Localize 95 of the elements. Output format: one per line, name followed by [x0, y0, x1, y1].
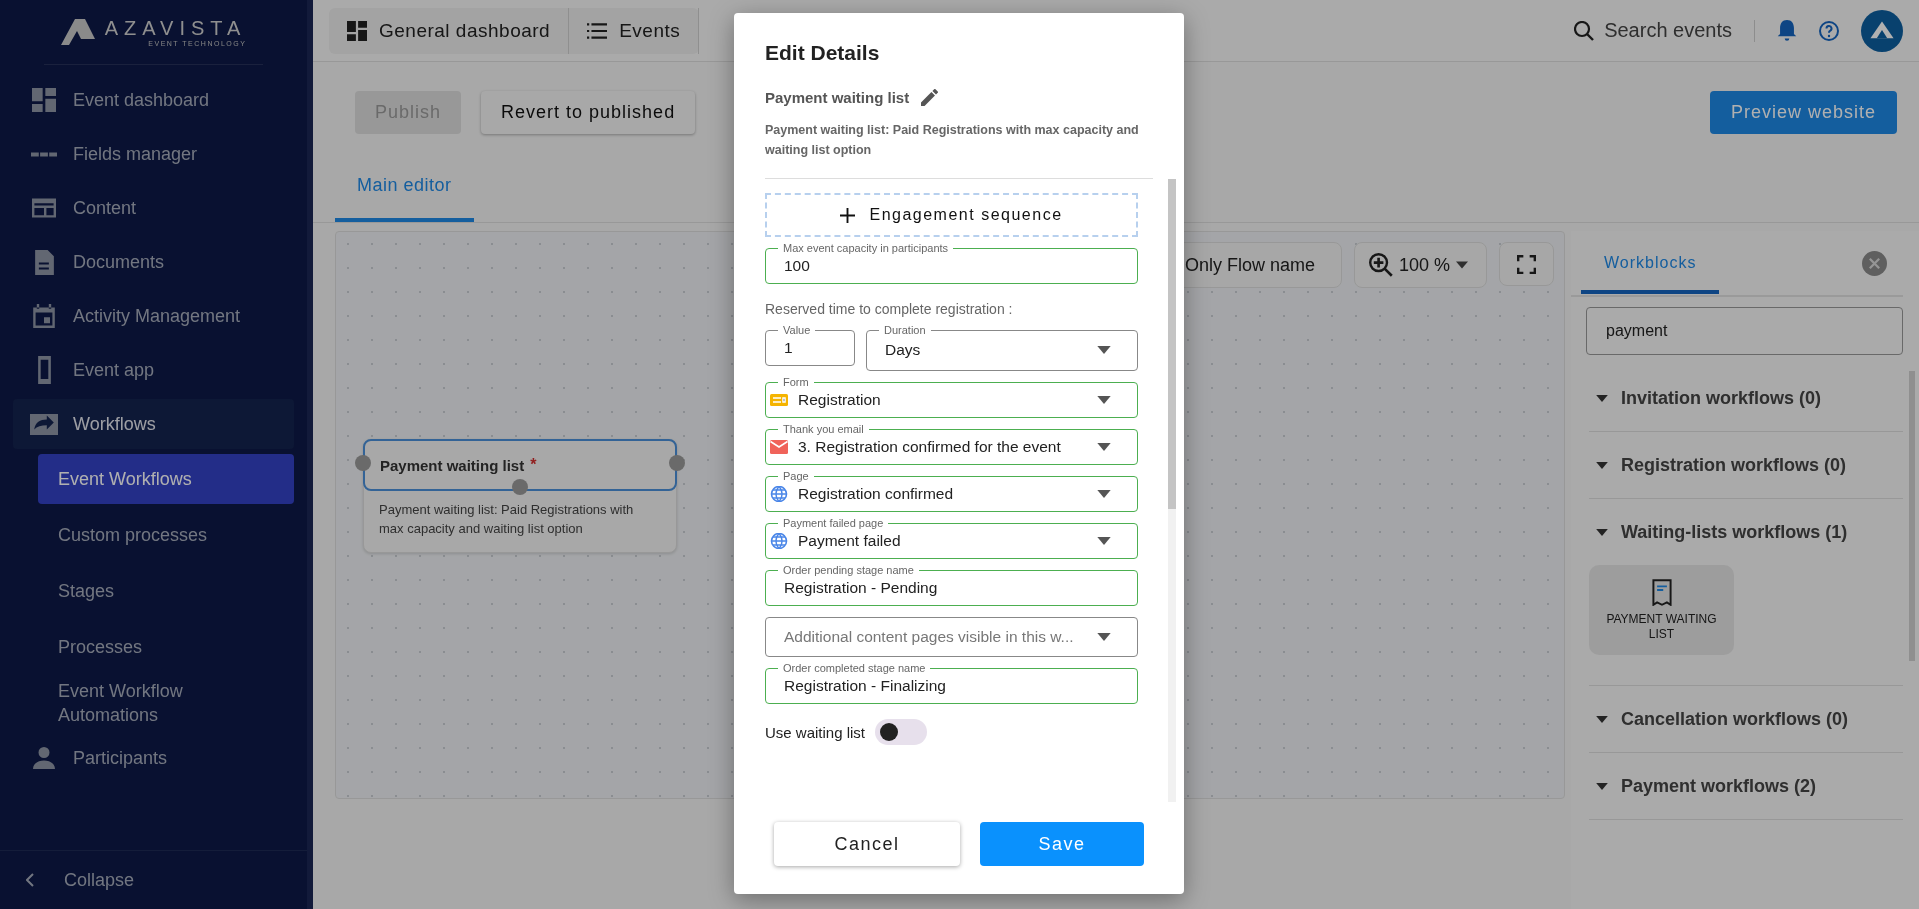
- zoom-in-icon: [1368, 253, 1393, 277]
- group-header[interactable]: Payment workflows (2): [1589, 753, 1903, 819]
- save-button[interactable]: Save: [980, 822, 1144, 866]
- select-field[interactable]: Duration Days: [866, 324, 1138, 371]
- dashboard-icon: [347, 20, 367, 41]
- logo-icon: [60, 19, 95, 45]
- revert-button[interactable]: Revert to published: [481, 90, 696, 134]
- avatar-icon[interactable]: [1861, 9, 1903, 52]
- group-header[interactable]: Invitation workflows (0): [1589, 365, 1903, 431]
- caret-icon: [1097, 633, 1111, 641]
- help-icon[interactable]: [1819, 19, 1839, 42]
- caret-icon: [1097, 346, 1111, 354]
- laptop-share-icon: [30, 413, 58, 435]
- waiting-list-switch[interactable]: [875, 719, 928, 745]
- text-field[interactable]: Order completed stage name Registration - Finalizing: [765, 662, 1138, 704]
- form-icon: [770, 392, 788, 408]
- cancel-button[interactable]: Cancel: [774, 822, 960, 866]
- group-header[interactable]: Waiting-lists workflows (1): [1589, 499, 1903, 565]
- workblock-card[interactable]: PAYMENT WAITING LIST: [1589, 565, 1734, 655]
- add-sequence-button[interactable]: Engagement sequence: [765, 193, 1138, 237]
- text-field[interactable]: Max event capacity in participants 100: [765, 242, 1138, 284]
- search-icon: [1574, 20, 1595, 41]
- workflow-description: Payment waiting list: Paid Registrations with max capacity and waiting list option: [765, 122, 1140, 159]
- select-field[interactable]: Thank you email 3. Registration confirmed for the event: [765, 423, 1138, 465]
- required-mark: *: [530, 456, 537, 474]
- fullscreen-icon: [1517, 254, 1536, 274]
- sidebar-subitem[interactable]: Event Workflows: [38, 454, 294, 504]
- dialog-title: Edit Details: [765, 41, 881, 65]
- select-field[interactable]: Additional content pages visible in this w...: [765, 617, 1138, 657]
- sidebar-item[interactable]: Workflows: [13, 399, 294, 449]
- layout-icon: [32, 198, 56, 218]
- globe-icon: [770, 486, 788, 502]
- sidebar-subitem[interactable]: Processes: [38, 622, 294, 672]
- bell-icon[interactable]: [1777, 19, 1797, 42]
- node-port[interactable]: [669, 455, 685, 471]
- node-port[interactable]: [355, 455, 371, 471]
- search-button[interactable]: Search events: [1574, 19, 1732, 42]
- top-nav-tab[interactable]: General dashboard: [329, 7, 570, 54]
- search-field[interactable]: payment: [1586, 307, 1903, 355]
- sidebar-item[interactable]: Activity Management: [13, 291, 294, 341]
- globe-icon: [770, 533, 788, 549]
- toggle-label: Use waiting list: [765, 723, 866, 741]
- person-icon: [33, 747, 55, 769]
- dashboard-icon: [32, 88, 56, 112]
- plus-icon: [840, 207, 856, 223]
- group-header[interactable]: Registration workflows (0): [1589, 432, 1903, 498]
- sidebar-item[interactable]: Fields manager: [13, 129, 294, 179]
- sidebar-item[interactable]: Content: [13, 183, 294, 233]
- caret-icon: [1596, 461, 1608, 469]
- caret-icon: [1596, 394, 1608, 402]
- sidebar-item[interactable]: Participants: [13, 733, 294, 783]
- calendar-icon: [33, 304, 55, 328]
- workblocks-tab[interactable]: Workblocks: [1581, 234, 1720, 294]
- list-icon: [587, 22, 608, 39]
- workflow-name: Payment waiting list: [765, 89, 910, 106]
- select-field[interactable]: Page Registration confirmed: [765, 470, 1138, 512]
- caret-icon: [1097, 537, 1111, 545]
- phone-icon: [37, 356, 51, 384]
- chevron-left-icon: [26, 873, 34, 887]
- node-title: Payment waiting list: [380, 456, 525, 474]
- group-header[interactable]: Cancellation workflows (0): [1589, 686, 1903, 752]
- caret-icon: [1596, 528, 1608, 536]
- sidebar-item[interactable]: Documents: [13, 237, 294, 287]
- pencil-icon[interactable]: [921, 89, 939, 106]
- receipt-icon: [1651, 578, 1672, 606]
- workflow-node[interactable]: Payment waiting list * Payment waiting list: Paid Registrations with max capacity and waiting list option: [363, 439, 677, 553]
- text-field[interactable]: Value 1: [765, 324, 855, 366]
- section-label: Reserved time to complete registration :: [765, 301, 1014, 317]
- email-icon: [770, 439, 788, 455]
- caret-icon: [1097, 396, 1111, 404]
- sidebar-item[interactable]: Event app: [13, 345, 294, 395]
- zoom-dropdown[interactable]: 100 %: [1353, 242, 1487, 288]
- close-icon[interactable]: [1862, 250, 1887, 276]
- top-nav-tab[interactable]: Events: [569, 7, 700, 54]
- select-field[interactable]: Payment failed page Payment failed: [765, 517, 1138, 559]
- caret-icon: [1456, 261, 1468, 269]
- document-icon: [34, 249, 54, 275]
- sidebar-subitem[interactable]: Event Workflow Automations: [38, 678, 294, 728]
- preview-button[interactable]: Preview website: [1709, 90, 1897, 134]
- node-description: Payment waiting list: Paid Registrations with max capacity and waiting list option: [378, 501, 635, 538]
- scrollbar[interactable]: [1168, 179, 1176, 802]
- caret-icon: [1097, 443, 1111, 451]
- caret-icon: [1596, 782, 1608, 790]
- dashes-icon: [31, 151, 57, 157]
- sidebar-subitem[interactable]: Stages: [38, 566, 294, 616]
- text-field[interactable]: Order pending stage name Registration - Pending: [765, 564, 1138, 606]
- caret-icon: [1596, 715, 1608, 723]
- select-field[interactable]: Form Registration: [765, 376, 1138, 418]
- caret-icon: [1097, 490, 1111, 498]
- logo-name: AZAVISTA: [104, 17, 247, 40]
- scrollbar[interactable]: [1909, 371, 1915, 661]
- fullscreen-button[interactable]: [1499, 242, 1554, 286]
- sidebar-item[interactable]: Event dashboard: [13, 75, 294, 125]
- sidebar-subitem[interactable]: Custom processes: [38, 510, 294, 560]
- collapse-button[interactable]: Collapse: [0, 850, 307, 909]
